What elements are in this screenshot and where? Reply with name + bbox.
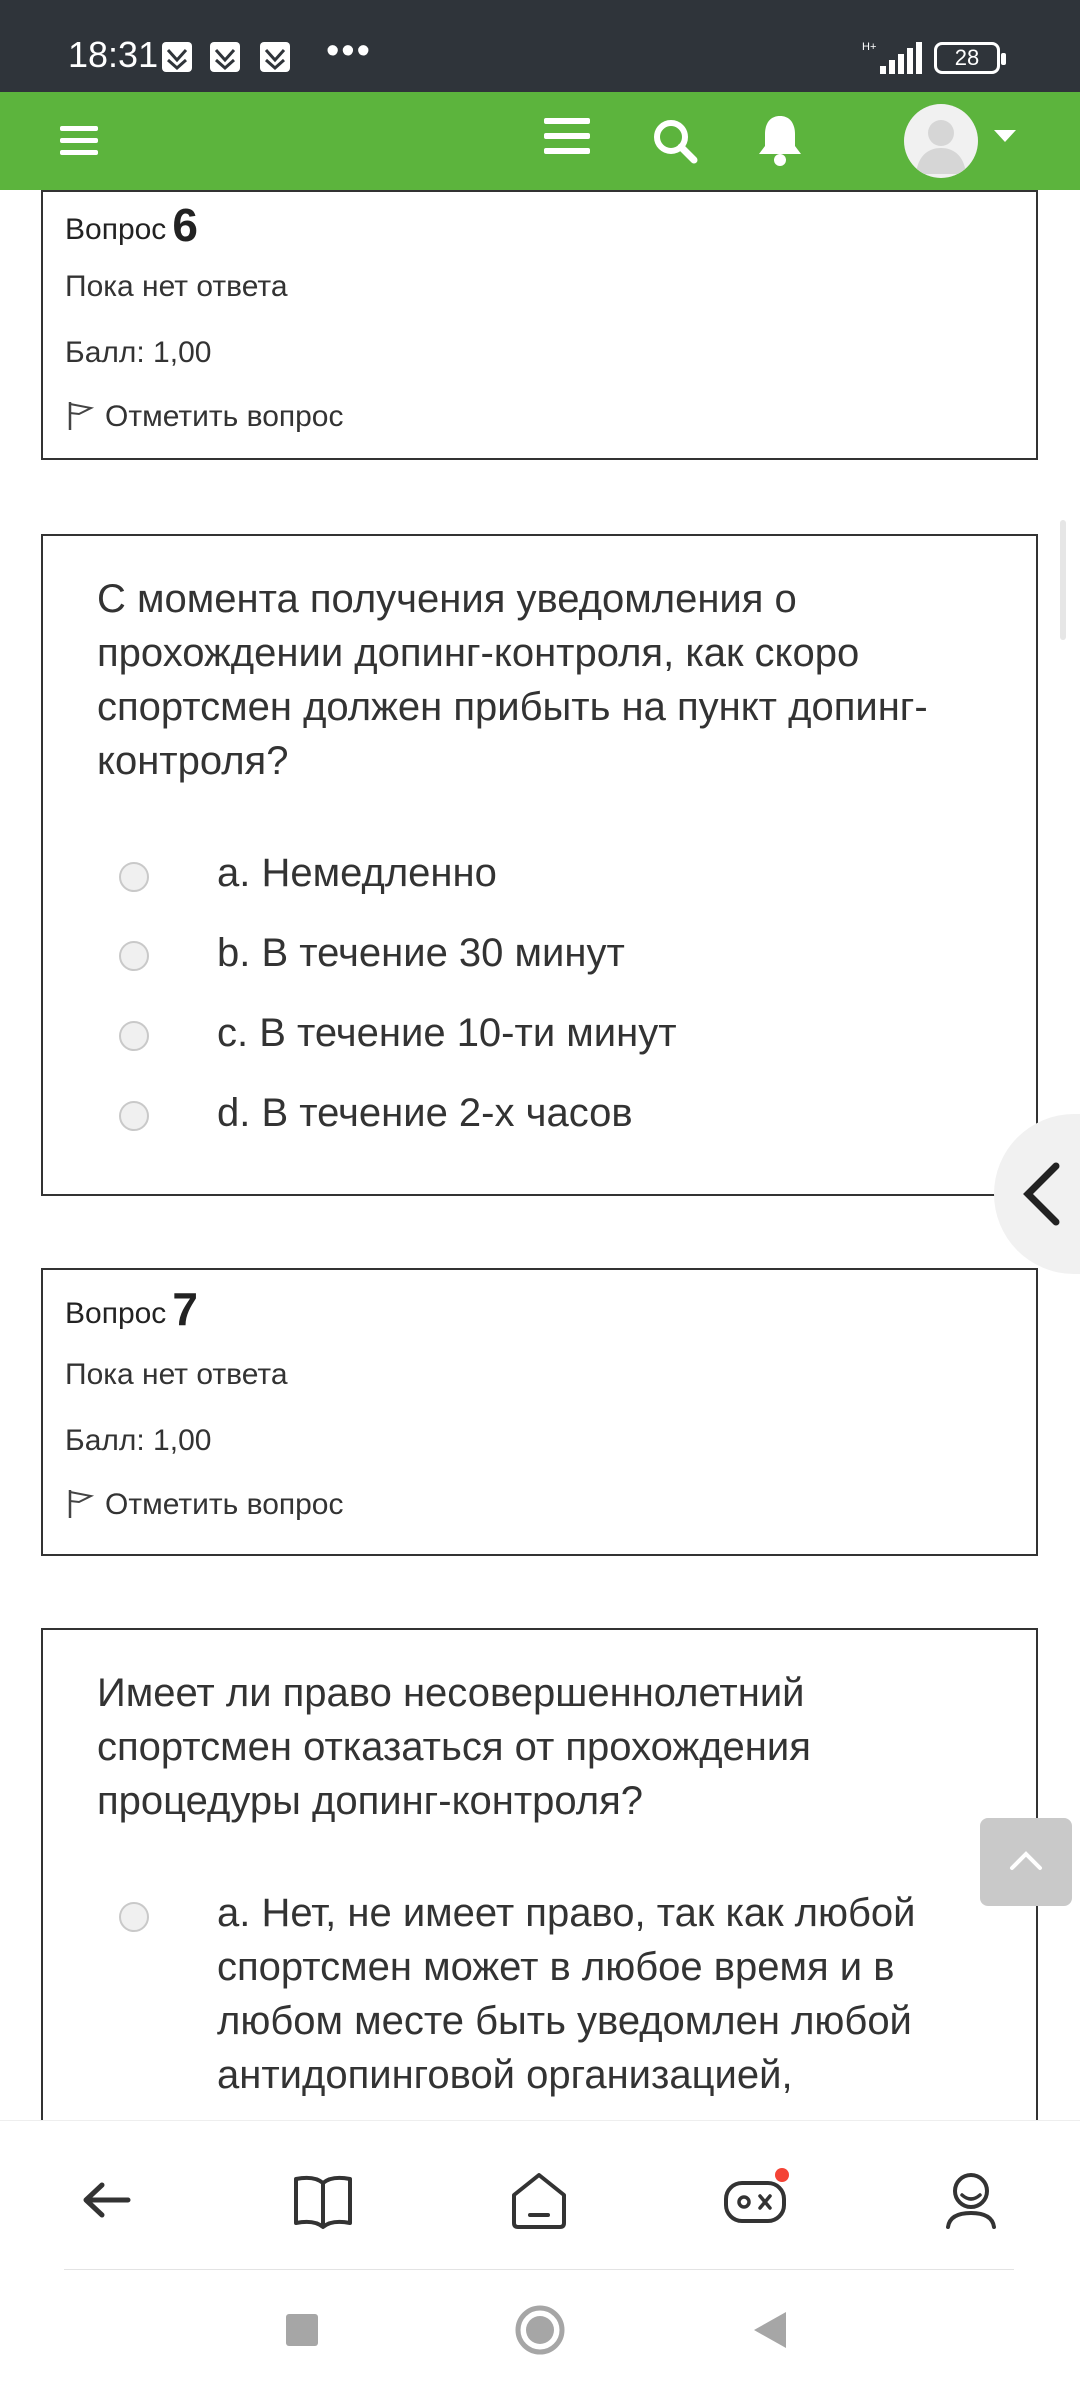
system-navigation-bar — [0, 2270, 1080, 2400]
question-number: 6 — [172, 199, 198, 251]
question-score: Балл: 1,00 — [65, 1424, 212, 1457]
radio-option-c[interactable] — [119, 1021, 149, 1051]
bottom-navigation — [0, 2120, 1080, 2271]
flag-icon — [68, 402, 95, 430]
option-a-label[interactable]: a. Немедленно — [217, 846, 1017, 900]
radio-option-d[interactable] — [119, 1101, 149, 1131]
option-b-label[interactable]: b. В течение 30 минут — [217, 926, 1017, 980]
radio-option-b[interactable] — [119, 941, 149, 971]
navigation-menu-icon[interactable] — [540, 112, 594, 162]
answer-status: Пока нет ответа — [65, 1358, 288, 1391]
hamburger-icon[interactable] — [52, 116, 106, 166]
svg-text:H+: H+ — [862, 41, 876, 53]
question-number: 7 — [172, 1283, 198, 1335]
option-a-label[interactable]: a. Нет, не имеет право, так как любой сп… — [217, 1886, 1017, 2102]
more-notifications-icon: ••• — [326, 30, 372, 72]
scrollbar-thumb[interactable] — [1060, 520, 1066, 640]
option-d-label[interactable]: d. В течение 2-х часов — [217, 1086, 1017, 1140]
question-card: Имеет ли право несовершеннолетний спортс… — [41, 1628, 1038, 2148]
bell-icon[interactable] — [752, 110, 808, 170]
chevron-down-icon[interactable] — [994, 130, 1016, 142]
recent-apps-icon[interactable] — [284, 2312, 320, 2348]
notification-icon — [210, 42, 240, 72]
back-arrow-icon[interactable] — [72, 2165, 142, 2235]
notification-icon — [162, 42, 192, 72]
answer-status: Пока нет ответа — [65, 270, 288, 303]
status-bar: 18:31 ••• H+ 28 — [0, 0, 1080, 92]
question-score: Балл: 1,00 — [65, 336, 212, 369]
question-word: Вопрос — [65, 213, 167, 246]
home-icon[interactable] — [504, 2165, 574, 2235]
question-text: Имеет ли право несовершеннолетний спортс… — [97, 1671, 811, 1823]
radio-option-a[interactable] — [119, 1902, 149, 1932]
option-c-label[interactable]: c. В течение 10-ти минут — [217, 1006, 1017, 1060]
app-header — [0, 92, 1080, 190]
chevron-left-icon — [1023, 1162, 1060, 1226]
flag-icon — [68, 1490, 95, 1518]
home-button-icon[interactable] — [514, 2304, 566, 2356]
flag-question-link[interactable]: Отметить вопрос — [65, 400, 344, 434]
question-info-box: Вопрос 7 Пока нет ответа Балл: 1,00 Отмет… — [41, 1268, 1038, 1556]
signal-icon: H+ — [862, 41, 922, 74]
gamepad-icon[interactable] — [720, 2165, 790, 2235]
question-card: С момента получения уведомления о прохож… — [41, 534, 1038, 1196]
question-word: Вопрос — [65, 1297, 167, 1330]
question-text: С момента получения уведомления о прохож… — [97, 577, 928, 783]
question-label: Вопрос 6 — [65, 198, 198, 252]
scroll-to-top-button[interactable] — [980, 1818, 1072, 1906]
user-avatar-icon[interactable] — [904, 104, 978, 178]
question-label: Вопрос 7 — [65, 1282, 198, 1336]
question-info-box: Вопрос 6 Пока нет ответа Балл: 1,00 Отмет… — [41, 190, 1038, 460]
radio-option-a[interactable] — [119, 862, 149, 892]
notification-icon — [260, 42, 290, 72]
status-time: 18:31 — [68, 34, 159, 75]
flag-question-link[interactable]: Отметить вопрос — [65, 1488, 344, 1522]
system-back-icon[interactable] — [752, 2310, 788, 2350]
chevron-up-icon — [1010, 1851, 1042, 1870]
profile-icon[interactable] — [936, 2165, 1006, 2235]
flag-question-label: Отметить вопрос — [105, 1488, 344, 1521]
battery-level: 28 — [954, 45, 980, 70]
flag-question-label: Отметить вопрос — [105, 400, 344, 433]
battery-indicator: 28 — [934, 42, 1006, 74]
search-icon[interactable] — [648, 114, 704, 170]
book-icon[interactable] — [288, 2165, 358, 2235]
